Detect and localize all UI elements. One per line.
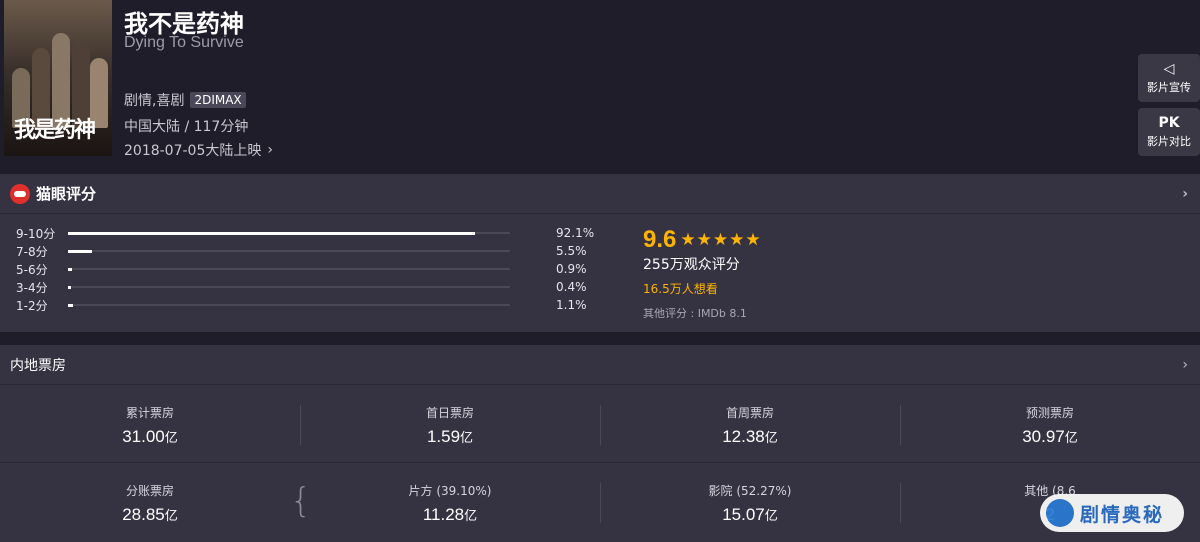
poster-title: 我是药神 bbox=[14, 117, 96, 143]
distribution-label: 3-4分 bbox=[16, 280, 48, 295]
box-office-label: 首周票房 bbox=[725, 405, 774, 420]
distribution-row: 1-2分 1.1% bbox=[16, 296, 616, 314]
release-date: 2018-07-05大陆上映 bbox=[124, 143, 262, 159]
distribution-track bbox=[68, 267, 510, 271]
rating-distribution: 9-10分 92.1% 7-8分 5.5% 5-6分 0.9% 3-4分 0.4… bbox=[16, 224, 616, 314]
score-line: 9.6 ★★★★★ bbox=[643, 226, 762, 254]
box-office-value: 11.28亿 bbox=[422, 504, 478, 524]
distribution-fill bbox=[68, 231, 476, 235]
box-office-row: 分账票房 28.85亿 片方 (39.10%) 11.28亿 影院 (52.27… bbox=[0, 463, 1200, 542]
box-office-cell: 首周票房 12.38亿 bbox=[600, 385, 900, 465]
distribution-percent: 1.1% bbox=[556, 298, 587, 312]
box-office-label: 累计票房 bbox=[125, 405, 174, 420]
promo-button[interactable]: ◁ 影片宣传 bbox=[1138, 54, 1200, 102]
distribution-percent: 5.5% bbox=[556, 244, 587, 258]
box-office-header[interactable]: 内地票房 › bbox=[0, 345, 1200, 385]
distribution-label: 1-2分 bbox=[16, 298, 48, 313]
compare-button[interactable]: PK 影片对比 bbox=[1138, 108, 1200, 156]
box-office-label: 首日票房 bbox=[425, 405, 474, 420]
distribution-percent: 0.9% bbox=[556, 262, 587, 276]
watermark: 剧情奥秘 bbox=[1040, 494, 1184, 532]
wish-count: 16.5万人想看 bbox=[643, 282, 718, 296]
chevron-right-icon[interactable]: › bbox=[1182, 357, 1188, 373]
movie-header: 我是药神 我不是药神 Dying To Survive 剧情,喜剧 2DIMAX… bbox=[0, 0, 1200, 166]
box-office-label: 分账票房 bbox=[125, 483, 174, 498]
distribution-label: 5-6分 bbox=[16, 262, 48, 277]
compare-label: 影片对比 bbox=[1147, 135, 1191, 148]
box-office-card: 内地票房 › 累计票房 31.00亿 首日票房 1.59亿 首周票房 12.38… bbox=[0, 345, 1200, 542]
rating-section-title: 猫眼评分 bbox=[36, 185, 97, 203]
region-runtime: 中国大陆 / 117分钟 bbox=[124, 119, 249, 135]
watermark-logo-icon bbox=[1046, 499, 1074, 527]
release-date-link[interactable]: 2018-07-05大陆上映 › bbox=[124, 140, 273, 160]
distribution-track bbox=[68, 303, 510, 307]
english-title: Dying To Survive bbox=[124, 34, 244, 51]
speaker-icon: ◁ bbox=[1163, 61, 1175, 77]
box-office-label: 预测票房 bbox=[1025, 405, 1074, 420]
distribution-fill bbox=[68, 285, 71, 289]
box-office-row: 累计票房 31.00亿 首日票房 1.59亿 首周票房 12.38亿 预测票房 … bbox=[0, 385, 1200, 465]
box-office-value: 30.97亿 bbox=[1022, 426, 1078, 446]
box-office-value: 15.07亿 bbox=[722, 504, 778, 524]
rating-header[interactable]: 猫眼评分 › bbox=[0, 174, 1200, 214]
divider bbox=[900, 405, 901, 445]
pk-icon: PK bbox=[1158, 115, 1180, 131]
chevron-right-icon[interactable]: › bbox=[1182, 186, 1188, 202]
distribution-track bbox=[68, 285, 510, 289]
distribution-fill bbox=[68, 249, 93, 253]
box-office-cell: 分账票房 28.85亿 bbox=[0, 463, 300, 542]
box-office-cell: 影院 (52.27%) 15.07亿 bbox=[600, 463, 900, 542]
divider bbox=[300, 405, 301, 445]
box-office-cell: 片方 (39.10%) 11.28亿 bbox=[300, 463, 600, 542]
box-office-label: 片方 (39.10%) bbox=[408, 483, 492, 498]
distribution-fill bbox=[68, 303, 73, 307]
distribution-label: 7-8分 bbox=[16, 244, 48, 259]
divider bbox=[600, 483, 601, 523]
box-office-value: 12.38亿 bbox=[722, 426, 778, 446]
other-rating: 其他评分 : IMDb 8.1 bbox=[643, 307, 747, 320]
distribution-percent: 92.1% bbox=[556, 226, 595, 240]
score-value: 9.6 bbox=[643, 226, 677, 253]
vote-count: 255万观众评分 bbox=[643, 257, 740, 273]
box-office-cell: 首日票房 1.59亿 bbox=[300, 385, 600, 465]
movie-poster[interactable]: 我是药神 bbox=[4, 0, 112, 156]
distribution-fill bbox=[68, 267, 72, 271]
divider bbox=[900, 483, 901, 523]
distribution-row: 3-4分 0.4% bbox=[16, 278, 616, 296]
distribution-row: 7-8分 5.5% bbox=[16, 242, 616, 260]
star-rating-icon: ★★★★★ bbox=[680, 230, 762, 250]
box-office-label: 影院 (52.27%) bbox=[708, 483, 792, 498]
box-office-value: 31.00亿 bbox=[122, 426, 178, 446]
box-office-value: 1.59亿 bbox=[426, 426, 474, 446]
maoyan-logo-icon bbox=[10, 183, 30, 204]
box-office-value: 28.85亿 bbox=[122, 504, 178, 524]
promo-label: 影片宣传 bbox=[1147, 81, 1191, 94]
box-office-cell: 累计票房 31.00亿 bbox=[0, 385, 300, 465]
box-office-cell: 预测票房 30.97亿 bbox=[900, 385, 1200, 465]
distribution-row: 5-6分 0.9% bbox=[16, 260, 616, 278]
box-office-section-title: 内地票房 bbox=[10, 357, 66, 374]
brace-icon: { bbox=[290, 481, 312, 521]
divider bbox=[600, 405, 601, 445]
format-badge: 2DIMAX bbox=[190, 92, 246, 108]
distribution-track bbox=[68, 231, 510, 235]
watermark-text: 剧情奥秘 bbox=[1080, 503, 1165, 526]
distribution-row: 9-10分 92.1% bbox=[16, 224, 616, 242]
distribution-percent: 0.4% bbox=[556, 280, 587, 294]
chevron-right-icon: › bbox=[267, 142, 273, 158]
genres: 剧情,喜剧 bbox=[124, 93, 185, 109]
maoyan-rating-card: 猫眼评分 › 9-10分 92.1% 7-8分 5.5% 5-6分 0.9% 3… bbox=[0, 174, 1200, 332]
score-summary: 9.6 ★★★★★ 255万观众评分 16.5万人想看 其他评分 : IMDb … bbox=[643, 226, 762, 321]
distribution-label: 9-10分 bbox=[16, 226, 56, 241]
genre-line: 剧情,喜剧 2DIMAX bbox=[124, 90, 246, 110]
distribution-track bbox=[68, 249, 510, 253]
